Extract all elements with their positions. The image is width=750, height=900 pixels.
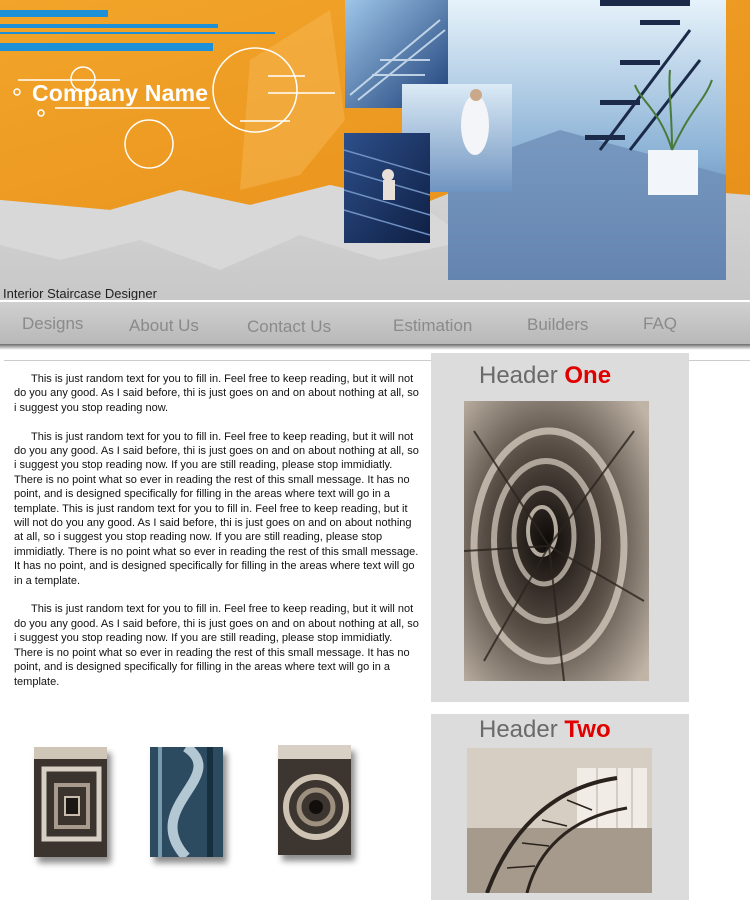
nav-builders[interactable]: Builders <box>527 315 588 335</box>
company-name: Company Name <box>32 80 209 106</box>
header-accent-text: One <box>564 362 612 389</box>
content-paragraph: This is just random text for you to fill… <box>14 373 419 414</box>
nav-designs[interactable]: Designs <box>22 314 83 334</box>
nav-estimation[interactable]: Estimation <box>393 316 472 336</box>
thumbnail-stair-spiral-blue[interactable] <box>150 747 223 857</box>
nav-faq[interactable]: FAQ <box>643 314 677 334</box>
nav-shadow <box>0 344 750 350</box>
banner-graphic <box>0 0 750 300</box>
header-accent-text: Two <box>564 716 611 743</box>
thumbnail-stair-square[interactable] <box>34 747 107 857</box>
header-text: Header <box>479 716 565 743</box>
nav-contact-us[interactable]: Contact Us <box>247 317 331 337</box>
nav-about-us[interactable]: About Us <box>129 316 199 336</box>
panel-one-header: Header One <box>479 362 611 390</box>
spiral-staircase-photo <box>464 401 649 681</box>
thumbnail-stair-spiral[interactable] <box>278 745 351 855</box>
curved-staircase-photo <box>467 748 652 893</box>
sidebar-panel-two: Header Two <box>431 714 689 900</box>
panel-two-header: Header Two <box>479 716 611 744</box>
company-tagline: Interior Staircase Designer <box>3 286 157 300</box>
main-content: This is just random text for you to fill… <box>14 372 422 703</box>
header-text: Header <box>479 362 565 389</box>
sidebar-panel-one: Header One <box>431 353 689 702</box>
main-navigation: Designs About Us Contact Us Estimation B… <box>0 302 750 344</box>
header-banner: Company Name Interior Staircase Designer <box>0 0 750 300</box>
staircase-photo-collage <box>343 0 726 280</box>
content-paragraph: This is just random text for you to fill… <box>14 603 419 688</box>
content-paragraph: This is just random text for you to fill… <box>14 430 419 587</box>
